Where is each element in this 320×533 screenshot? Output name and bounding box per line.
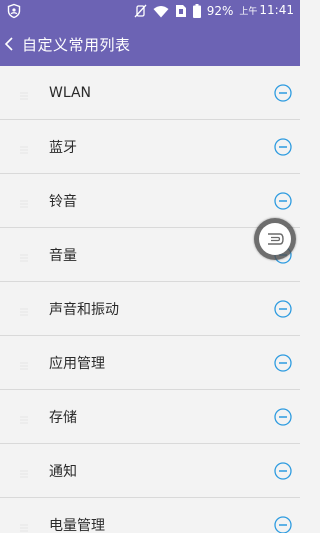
assistive-touch-icon <box>259 223 291 255</box>
list-item-label: 电量管理 <box>49 517 105 533</box>
clock-time: 11:41 <box>259 3 294 17</box>
minus-circle-icon[interactable] <box>274 461 292 480</box>
list-item-label: 通知 <box>49 463 77 480</box>
list-item-battery-management[interactable]: 电量管理 <box>0 498 300 533</box>
drag-handle-icon[interactable] <box>18 195 30 207</box>
silent-icon <box>134 4 147 18</box>
list-item-label: 音量 <box>49 247 77 264</box>
drag-handle-icon[interactable] <box>18 141 30 153</box>
drag-handle-icon[interactable] <box>18 465 30 477</box>
list-item-sound-vibration[interactable]: 声音和振动 <box>0 282 300 336</box>
drag-handle-icon[interactable] <box>18 411 30 423</box>
list-item-label: 应用管理 <box>49 355 105 372</box>
drag-handle-icon[interactable] <box>18 303 30 315</box>
clock-ampm: 上午 <box>239 7 258 17</box>
minus-circle-icon[interactable] <box>274 299 292 318</box>
minus-circle-icon[interactable] <box>274 515 292 533</box>
list-item-label: 蓝牙 <box>49 139 77 156</box>
sim-icon <box>175 4 187 18</box>
battery-percent: 92% <box>206 4 234 18</box>
list-item-label: 铃音 <box>49 193 77 210</box>
list-item-wlan[interactable]: WLAN <box>0 66 300 120</box>
action-bar: 自定义常用列表 <box>0 22 300 66</box>
chevron-left-icon <box>4 36 14 52</box>
list-item-storage[interactable]: 存储 <box>0 390 300 444</box>
battery-icon <box>192 4 201 18</box>
minus-circle-icon[interactable] <box>274 407 292 426</box>
list-item-ringtone[interactable]: 铃音 <box>0 174 300 228</box>
shield-icon <box>6 3 22 19</box>
drag-handle-icon[interactable] <box>18 357 30 369</box>
drag-handle-icon[interactable] <box>18 519 30 531</box>
minus-circle-icon[interactable] <box>274 191 292 210</box>
list-item-label: WLAN <box>49 84 92 101</box>
minus-circle-icon[interactable] <box>274 83 292 102</box>
clock: 上午 11:41 <box>239 0 294 23</box>
drag-handle-icon[interactable] <box>18 249 30 261</box>
shortcut-list: WLAN 蓝牙 铃音 音量 声音和振动 应用管理 存储 通知 电量管理 <box>0 66 300 533</box>
list-item-bluetooth[interactable]: 蓝牙 <box>0 120 300 174</box>
list-item-label: 存储 <box>49 409 77 426</box>
drag-handle-icon[interactable] <box>18 87 30 99</box>
minus-circle-icon[interactable] <box>274 353 292 372</box>
back-button[interactable] <box>0 22 22 66</box>
screen: 92% 上午 11:41 自定义常用列表 WLAN 蓝牙 铃音 音量 声音和振动… <box>0 0 300 533</box>
wifi-icon <box>153 5 169 18</box>
page-title: 自定义常用列表 <box>22 35 131 54</box>
status-bar: 92% 上午 11:41 <box>0 0 300 22</box>
list-item-label: 声音和振动 <box>49 301 119 318</box>
floating-assistive-button[interactable] <box>254 218 296 260</box>
list-item-notifications[interactable]: 通知 <box>0 444 300 498</box>
minus-circle-icon[interactable] <box>274 137 292 156</box>
list-item-app-management[interactable]: 应用管理 <box>0 336 300 390</box>
